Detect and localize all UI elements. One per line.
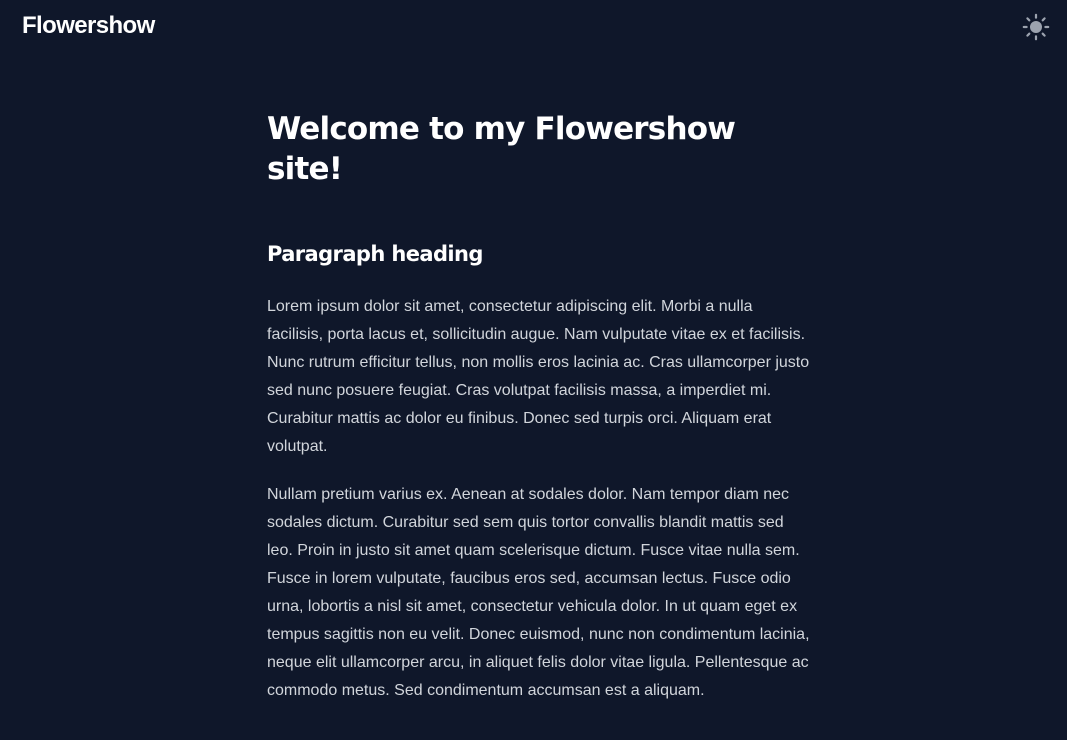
page-title: Welcome to my Flowershow site! xyxy=(267,111,736,187)
body-paragraph: Nullam pretium varius ex. Aenean at soda… xyxy=(267,486,810,699)
top-navbar: Flowershow xyxy=(0,0,1067,52)
theme-toggle-button[interactable] xyxy=(1022,13,1050,41)
site-title-link[interactable]: Flowershow xyxy=(22,11,155,41)
paragraph-heading: Paragraph heading xyxy=(267,242,483,266)
sun-icon xyxy=(1022,13,1050,41)
body-paragraph: Lorem ipsum dolor sit amet, consectetur … xyxy=(267,298,810,455)
